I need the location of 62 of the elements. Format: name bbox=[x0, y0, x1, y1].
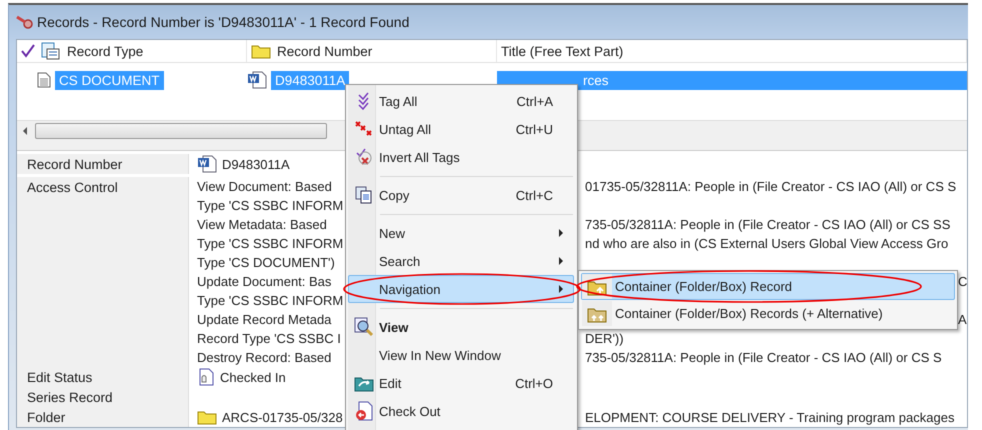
menu-item[interactable]: Copy Ctrl+C bbox=[348, 181, 574, 209]
key-icon bbox=[15, 14, 33, 30]
field-value: Destroy Record: Based bbox=[197, 350, 332, 365]
field-value: nd who are also in (CS External Users Global View Access Gro bbox=[585, 236, 950, 251]
field-value: Type 'CS SSBC INFORM bbox=[197, 293, 344, 308]
window-title: Records - Record Number is 'D9483011A' - 1 Record Found bbox=[37, 14, 410, 30]
field-value: View Metadata: Based bbox=[197, 217, 327, 232]
folder-icon bbox=[251, 43, 271, 59]
field-label: Record Number bbox=[27, 156, 122, 172]
folder-icon bbox=[197, 409, 217, 425]
magnifier-icon bbox=[354, 317, 374, 337]
field-value: D9483011A bbox=[222, 156, 290, 172]
field-value: Record Type 'CS SSBC I bbox=[197, 331, 341, 346]
document-stack-icon bbox=[41, 42, 61, 60]
word-document-icon bbox=[247, 71, 267, 89]
field-value: 735-05/32811A: People in (File Creator - CS IAO (All) or CS SS bbox=[585, 217, 952, 232]
submenu-arrow-icon bbox=[559, 257, 563, 265]
field-value: A bbox=[958, 312, 968, 327]
field-value: ARCS-01735-05/328 bbox=[222, 410, 343, 424]
check-cross-icon bbox=[355, 148, 373, 166]
column-header[interactable]: Title (Free Text Part) bbox=[501, 44, 624, 58]
cross-marks-icon bbox=[355, 121, 373, 137]
menu-item[interactable]: Invert All Tags bbox=[348, 143, 574, 171]
document-arrow-icon bbox=[355, 401, 373, 421]
field-label: Series Record bbox=[27, 390, 113, 404]
field-value: Update Document: Bas bbox=[197, 274, 332, 289]
submenu-arrow-icon bbox=[559, 285, 563, 293]
document-icon bbox=[37, 72, 51, 88]
field-value: View Document: Based bbox=[197, 179, 332, 194]
field-label: Folder bbox=[27, 410, 66, 424]
field-value: C bbox=[958, 274, 968, 289]
menu-item[interactable]: New bbox=[348, 219, 574, 247]
word-document-icon bbox=[197, 155, 217, 173]
submenu-arrow-icon bbox=[559, 229, 563, 237]
field-value: ELOPMENT: COURSE DELIVERY - Training program packages bbox=[585, 410, 956, 424]
column-header[interactable]: Record Number bbox=[277, 44, 372, 58]
menu-item[interactable]: Tag All Ctrl+A bbox=[348, 87, 574, 115]
menu-item[interactable]: Untag All Ctrl+U bbox=[348, 115, 574, 143]
scrollbar-thumb[interactable] bbox=[35, 122, 327, 138]
copy-icon bbox=[355, 186, 373, 204]
scroll-left-icon[interactable] bbox=[23, 126, 27, 134]
submenu-item[interactable]: Container (Folder/Box) Records (+ Alternative) bbox=[581, 300, 955, 327]
field-value: DER')) bbox=[585, 331, 625, 346]
menu-item[interactable]: View bbox=[348, 313, 574, 341]
field-value: Checked In bbox=[220, 370, 286, 384]
navigation-submenu[interactable]: Container (Folder/Box) Record Container (Folder/Box) Records (+ Alternative) bbox=[578, 270, 958, 330]
menu-item[interactable]: Edit Ctrl+O bbox=[348, 369, 574, 397]
field-value: Type 'CS SSBC INFORM bbox=[197, 236, 344, 251]
field-value: 735-05/32811A: People in (File Creator - CS IAO (All) or CS S bbox=[585, 350, 943, 365]
menu-item[interactable]: Navigation bbox=[348, 275, 574, 303]
menu-item[interactable]: Search bbox=[348, 247, 574, 275]
field-label: Edit Status bbox=[27, 370, 92, 384]
field-value: Type 'CS SSBC INFORM bbox=[197, 198, 344, 213]
field-value: Update Record Metada bbox=[197, 312, 332, 327]
menu-item[interactable]: Check Out bbox=[348, 397, 574, 425]
submenu-item[interactable]: Container (Folder/Box) Record bbox=[581, 273, 955, 300]
field-value: Type 'CS DOCUMENT') bbox=[197, 255, 335, 270]
context-menu[interactable]: Tag All Ctrl+A Untag All Ctrl+U Invert All Tags Copy Ctrl+C New Search Navigation View View In New Window Edit Ctrl+O Check Out bbox=[345, 84, 578, 430]
field-label: Access Control bbox=[27, 180, 118, 195]
column-header[interactable]: Record Type bbox=[67, 44, 144, 58]
field-value: 01735-05/32811A: People in (File Creator - CS IAO (All) or CS S bbox=[585, 179, 958, 194]
menu-item[interactable]: View In New Window bbox=[348, 341, 574, 369]
